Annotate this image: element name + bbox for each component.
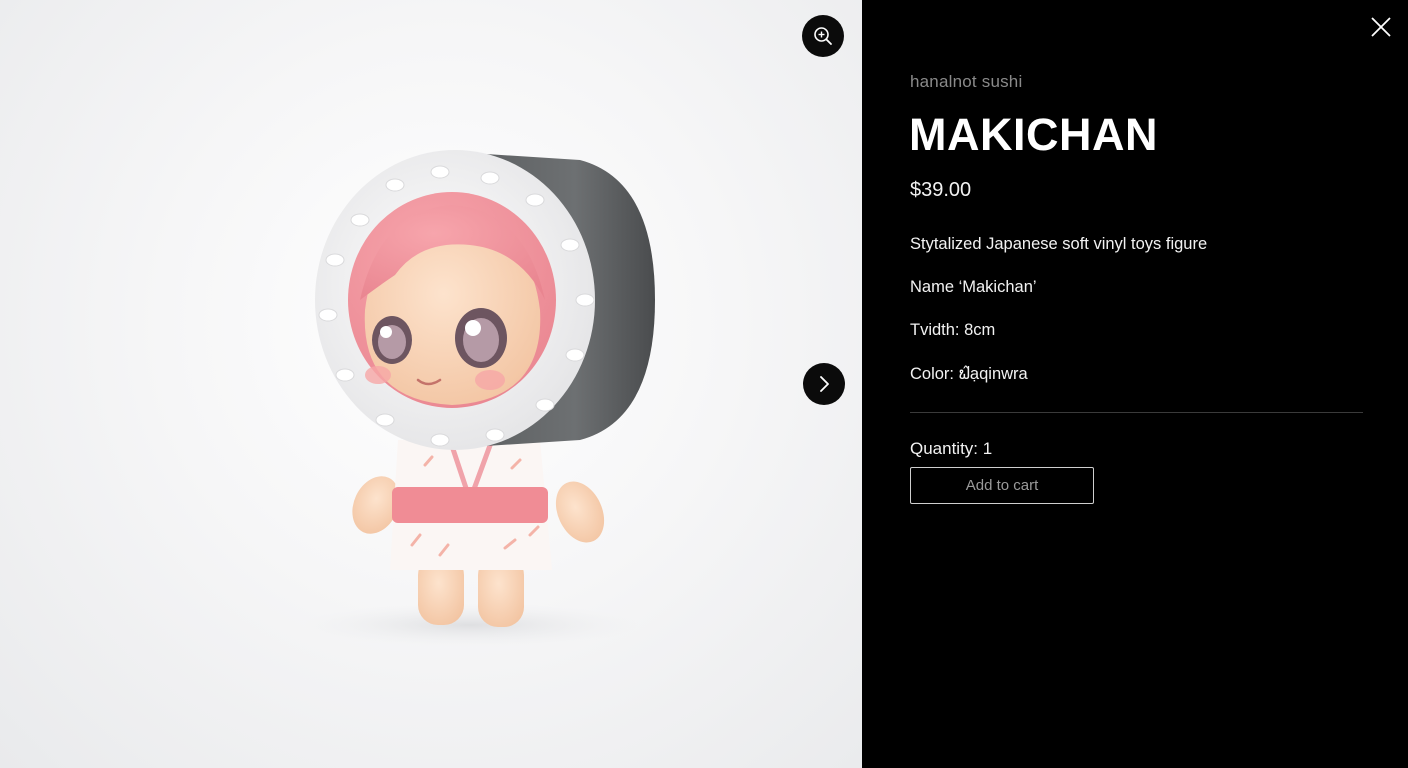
add-to-cart-button[interactable]: Add to cart [910, 467, 1094, 504]
product-quick-view: hanalnot sushi MAKICHAN $39.00 Stytalize… [0, 0, 1408, 768]
zoom-in-icon [814, 27, 832, 45]
product-photo [300, 150, 655, 647]
next-image-button[interactable] [803, 363, 845, 405]
product-info-panel: hanalnot sushi MAKICHAN $39.00 Stytalize… [862, 0, 1408, 768]
quantity-label: Quantity: 1 [910, 439, 993, 458]
close-button[interactable] [1366, 12, 1396, 42]
description-line: Color: ຟ̂ạqinwra [910, 365, 1028, 383]
zoom-button[interactable] [802, 15, 844, 57]
description-line: Name ‘Makichan’ [910, 278, 1037, 296]
description-line: Stytalized Japanese soft vinyl toys figu… [910, 235, 1208, 253]
close-icon [1371, 17, 1391, 37]
description-line: Tvidth: 8cm [910, 321, 996, 339]
chevron-right-icon [820, 376, 829, 392]
product-title: MAKICHAN [909, 109, 1158, 160]
product-image [0, 0, 862, 768]
product-brand: hanalnot sushi [910, 72, 1023, 91]
divider [910, 412, 1363, 413]
product-price: $39.00 [910, 179, 972, 201]
